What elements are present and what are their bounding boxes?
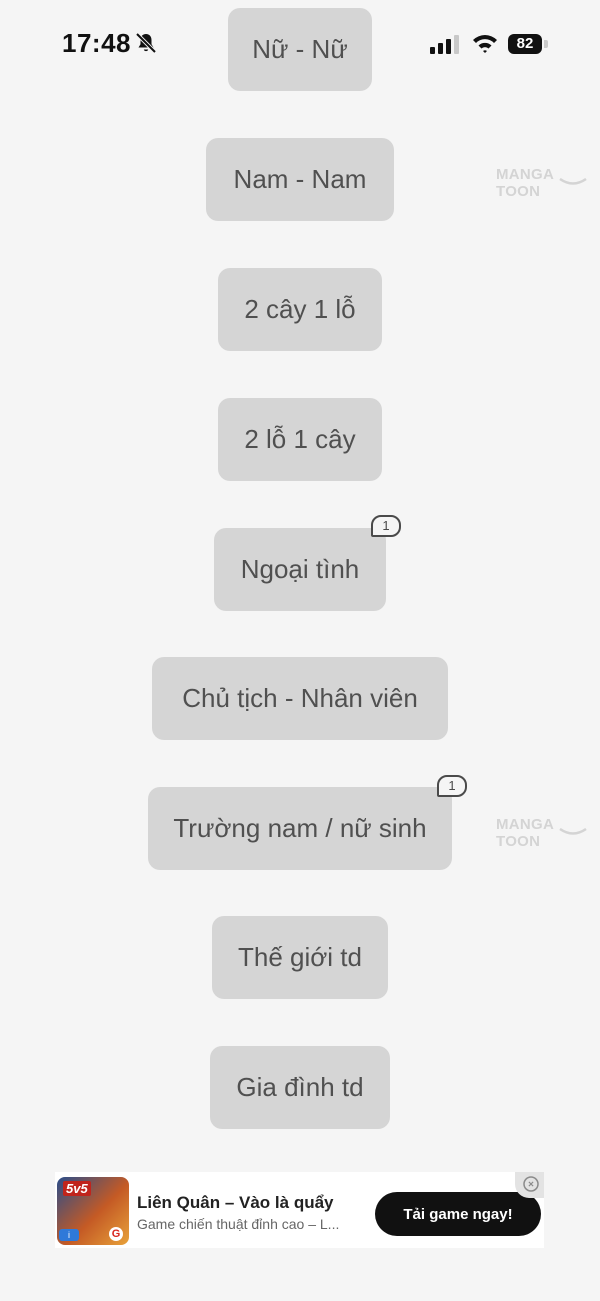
genre-button[interactable]: Trường nam / nữ sinh [148,787,452,870]
genre-label: Gia đình td [236,1072,364,1102]
ad-app-icon[interactable]: 5v5 i G [57,1177,129,1245]
genre-label: 2 cây 1 lỗ [244,294,356,324]
watermark-logo: MANGA TOON [496,166,600,200]
genre-button[interactable]: Nữ - Nữ [228,8,372,91]
genre-label: Chủ tịch - Nhân viên [182,683,418,713]
ad-icon-text: 5v5 [63,1181,91,1196]
comment-count-badge[interactable]: 1 [437,775,467,797]
ad-banner[interactable]: 5v5 i G Liên Quân – Vào là quẩy Game chi… [55,1172,544,1248]
wifi-icon [473,35,497,53]
genre-label: Thế giới td [238,942,362,972]
genre-label: Nữ - Nữ [252,34,348,64]
status-time: 17:48 [62,28,131,58]
genre-button[interactable]: 2 lỗ 1 cây [218,398,382,481]
battery-icon: 82 [508,34,542,54]
signal-icon [430,35,459,54]
expand-icon [523,1176,539,1192]
ad-title: Liên Quân – Vào là quẩy [137,1193,334,1212]
watermark-logo: MANGA TOON [496,816,600,850]
info-icon[interactable]: i [59,1229,79,1241]
genre-button[interactable]: Thế giới td [212,916,388,999]
battery-cap [544,40,548,48]
genre-label: 2 lỗ 1 cây [244,424,356,454]
garena-logo-icon: G [109,1227,123,1241]
genre-label: Ngoại tình [240,554,360,584]
genre-label: Trường nam / nữ sinh [173,813,427,843]
comment-count-badge[interactable]: 1 [371,515,401,537]
genre-button[interactable]: Ngoại tình [214,528,386,611]
watermark-text: MANGA TOON [496,166,554,200]
ad-close-button[interactable] [515,1172,544,1198]
ad-install-button[interactable]: Tải game ngay! [375,1192,541,1236]
watermark-text: MANGA TOON [496,816,554,850]
genre-button[interactable]: Nam - Nam [206,138,394,221]
ad-subtitle: Game chiến thuật đỉnh cao – L... [137,1216,340,1232]
watermark-smile [559,178,587,185]
genre-button[interactable]: 2 cây 1 lỗ [218,268,382,351]
bell-slash-icon [135,32,157,54]
genre-label: Nam - Nam [233,164,367,194]
watermark-smile [559,828,587,835]
battery-level: 82 [516,35,534,52]
genre-button[interactable]: Gia đình td [210,1046,390,1129]
genre-button[interactable]: Chủ tịch - Nhân viên [152,657,448,740]
